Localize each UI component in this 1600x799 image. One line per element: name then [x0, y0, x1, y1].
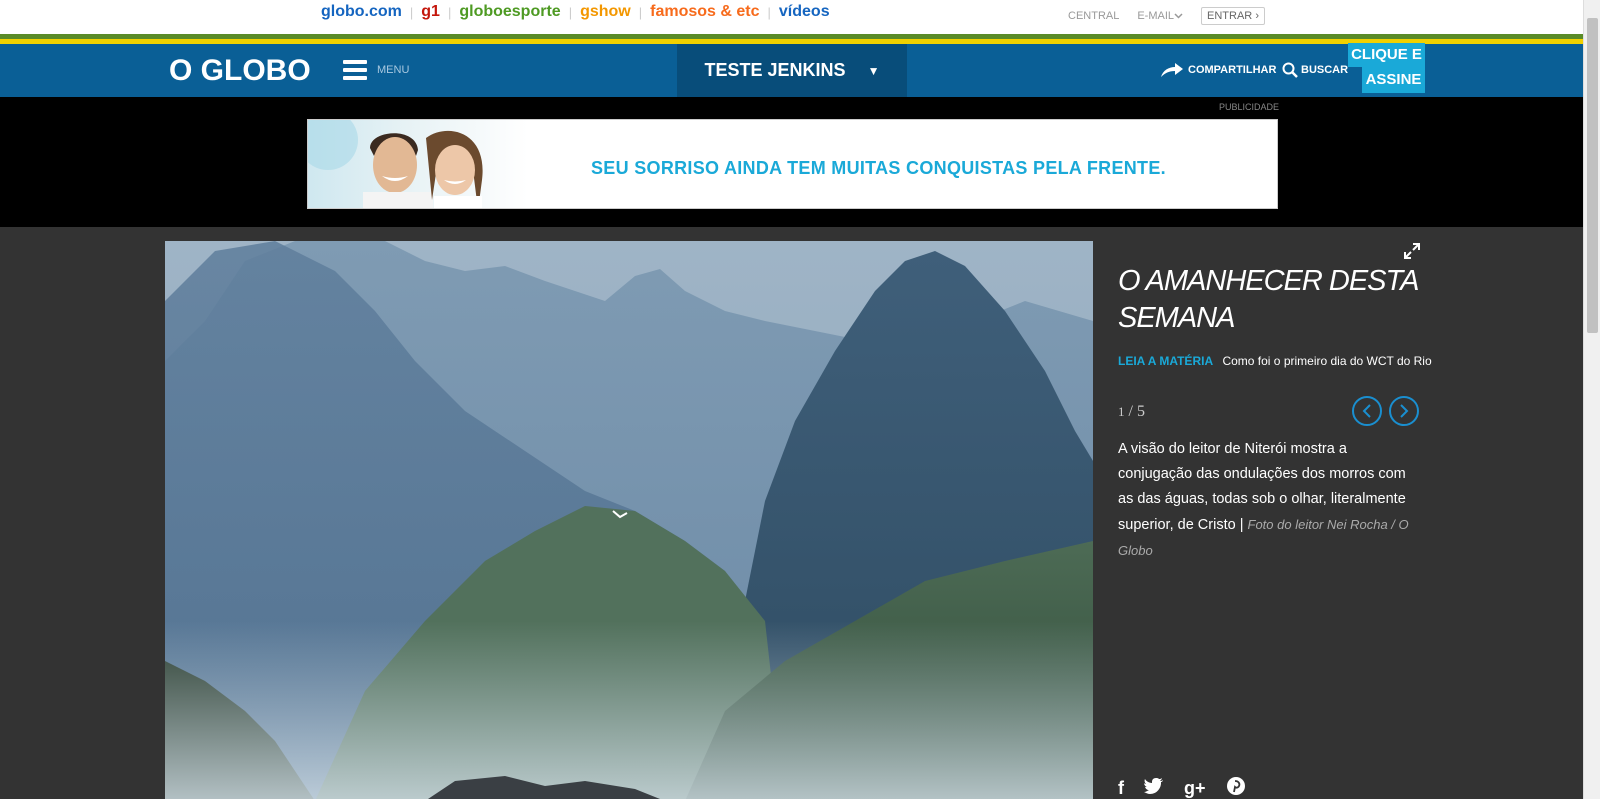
link-g1[interactable]: g1 [421, 3, 440, 21]
read-more-text: Como foi o primeiro dia do WCT do Rio [1222, 354, 1432, 368]
section-title: TESTE JENKINS [704, 60, 846, 80]
caret-down-icon: ▼ [867, 63, 880, 78]
photo-counter-slash: / [1128, 403, 1137, 420]
gallery-arrows [1352, 396, 1426, 426]
photo-description: A visão do leitor de Niterói mostra a co… [1118, 437, 1423, 564]
menu-button[interactable]: MENU [343, 60, 409, 80]
ad-area: PUBLICIDADE SEU SORRISO AINDA TEM MUITAS… [0, 97, 1583, 227]
scrollbar-thumb[interactable] [1587, 18, 1598, 333]
subscribe-button-line2[interactable]: ASSINE [1362, 67, 1425, 93]
page-scrollbar[interactable] [1583, 0, 1600, 799]
gallery-title: O AMANHECER DESTA SEMANA [1118, 265, 1418, 334]
photo-counter-total: 5 [1136, 403, 1145, 420]
photo-counter-current: 1 [1118, 404, 1125, 419]
section-selector[interactable]: TESTE JENKINS ▼ [677, 44, 907, 97]
chevron-down-icon [1174, 13, 1183, 19]
pinterest-icon[interactable] [1226, 776, 1246, 799]
link-famosos[interactable]: famosos & etc [650, 3, 759, 21]
gallery-photo[interactable] [165, 241, 1093, 799]
ad-banner-photo [308, 120, 528, 208]
separator: | [409, 4, 414, 20]
ad-banner-text: SEU SORRISO AINDA TEM MUITAS CONQUISTAS … [591, 158, 1166, 178]
link-gshow[interactable]: gshow [580, 3, 631, 21]
search-button[interactable]: BUSCAR [1282, 62, 1348, 78]
hamburger-icon [343, 60, 367, 80]
search-label: BUSCAR [1301, 64, 1349, 76]
o-globo-logo[interactable]: O GLOBO [169, 54, 311, 88]
facebook-icon[interactable]: f [1118, 778, 1124, 799]
social-share-bar: f g+ [1118, 776, 1266, 799]
photo-counter: 1 / 5 [1118, 403, 1145, 421]
separator: | [447, 4, 452, 20]
globo-top-bar: globo.com | g1 | globoesporte | gshow | … [0, 0, 1583, 34]
account-links: CENTRAL E-MAIL ENTRAR › [1068, 7, 1265, 25]
login-label: ENTRAR [1207, 10, 1253, 22]
separator: | [638, 4, 643, 20]
portal-links: globo.com | g1 | globoesporte | gshow | … [321, 3, 830, 21]
site-header: O GLOBO MENU TESTE JENKINS ▼ COMPARTILHA… [0, 43, 1583, 97]
publicidade-label: PUBLICIDADE [1219, 102, 1280, 112]
login-button[interactable]: ENTRAR › [1201, 7, 1265, 25]
email-label: E-MAIL [1137, 10, 1175, 22]
share-arrow-icon [1161, 63, 1183, 77]
expand-icon[interactable] [1404, 243, 1420, 264]
twitter-icon[interactable] [1144, 778, 1164, 799]
ad-banner[interactable]: SEU SORRISO AINDA TEM MUITAS CONQUISTAS … [307, 119, 1278, 209]
share-label: COMPARTILHAR [1188, 64, 1277, 76]
email-dropdown[interactable]: E-MAIL [1137, 10, 1183, 22]
chevron-right-icon: › [1255, 10, 1259, 22]
link-videos[interactable]: vídeos [779, 3, 830, 21]
subscribe-button-line1[interactable]: CLIQUE E [1348, 43, 1425, 67]
read-more-label: LEIA A MATÉRIA [1118, 354, 1214, 368]
mountain-landscape-image [165, 241, 1093, 799]
description-separator: | [1239, 517, 1248, 533]
link-globoesporte[interactable]: globoesporte [459, 3, 560, 21]
separator: | [568, 4, 573, 20]
central-link[interactable]: CENTRAL [1068, 10, 1119, 22]
search-icon [1282, 62, 1298, 78]
next-arrow-icon[interactable] [1389, 396, 1419, 426]
separator: | [767, 4, 771, 20]
menu-label: MENU [377, 64, 410, 76]
read-more-link[interactable]: LEIA A MATÉRIA Como foi o primeiro dia d… [1118, 354, 1432, 368]
prev-arrow-icon[interactable] [1352, 396, 1382, 426]
share-button[interactable]: COMPARTILHAR [1160, 62, 1276, 78]
google-plus-icon[interactable]: g+ [1184, 778, 1206, 799]
gallery-caption-panel: O AMANHECER DESTA SEMANA LEIA A MATÉRIA … [1118, 241, 1432, 799]
link-globo-com[interactable]: globo.com [321, 3, 402, 21]
